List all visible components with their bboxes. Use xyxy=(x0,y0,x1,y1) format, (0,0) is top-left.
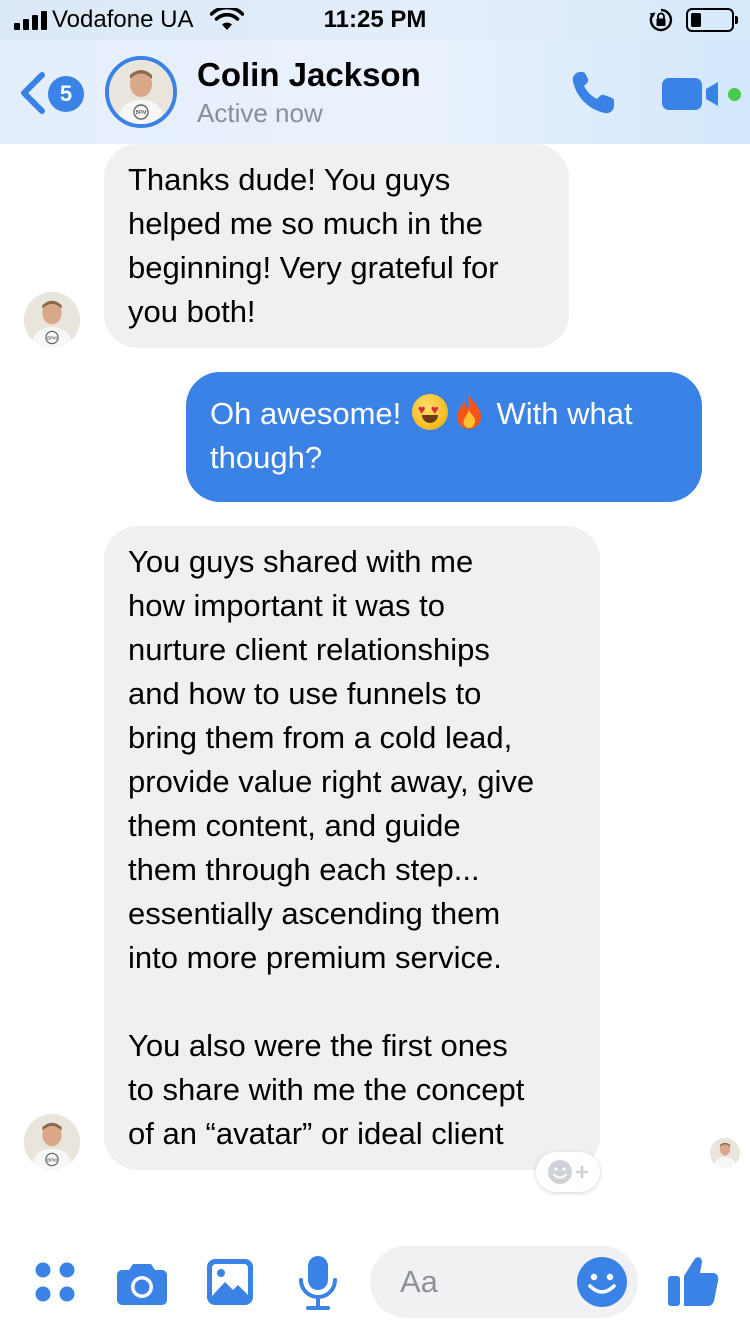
status-bar: Vodafone UA 11:25 PM xyxy=(0,0,750,40)
status-time: 11:25 PM xyxy=(323,6,427,33)
svg-text:BPM: BPM xyxy=(47,335,57,340)
conversation-header: 5 BPM Colin Jackson Active now xyxy=(0,40,750,144)
like-icon[interactable] xyxy=(666,1252,720,1308)
sender-avatar[interactable]: BPM xyxy=(24,1114,80,1170)
svg-text:BPM: BPM xyxy=(47,1157,57,1162)
incoming-message[interactable]: You guys shared with me how important it… xyxy=(104,526,600,1170)
incoming-message[interactable]: Thanks dude! You guys helped me so much … xyxy=(104,144,569,348)
video-call-icon[interactable] xyxy=(660,74,724,114)
camera-icon[interactable] xyxy=(116,1260,168,1306)
message-composer xyxy=(0,1224,750,1334)
fire-emoji-icon xyxy=(456,394,481,429)
svg-text:BPM: BPM xyxy=(136,110,147,116)
person-avatar-icon: BPM xyxy=(109,60,173,124)
person-avatar-icon: BPM xyxy=(24,1114,80,1170)
battery-icon xyxy=(686,8,738,32)
outgoing-message[interactable]: Oh awesome! ♥ ♥ With what though? xyxy=(186,372,702,502)
apps-icon[interactable] xyxy=(34,1261,76,1303)
microphone-icon[interactable] xyxy=(296,1254,340,1312)
contact-name[interactable]: Colin Jackson xyxy=(197,56,421,94)
person-avatar-icon xyxy=(710,1138,740,1168)
back-chevron-icon[interactable] xyxy=(18,70,48,116)
add-reaction-button[interactable] xyxy=(536,1152,600,1192)
person-avatar-icon: BPM xyxy=(24,292,80,348)
sender-avatar[interactable]: BPM xyxy=(24,292,80,348)
add-reaction-icon xyxy=(548,1160,589,1184)
online-indicator xyxy=(728,88,741,101)
unread-count-badge[interactable]: 5 xyxy=(48,76,84,112)
heart-eyes-emoji-icon: ♥ ♥ xyxy=(411,394,448,430)
rotation-lock-icon xyxy=(649,8,673,32)
gallery-icon[interactable] xyxy=(206,1258,254,1306)
message-text-part: Oh awesome! xyxy=(210,396,410,431)
contact-avatar[interactable]: BPM xyxy=(105,56,177,128)
emoji-icon[interactable] xyxy=(576,1256,628,1308)
read-receipt-avatar xyxy=(710,1138,740,1168)
contact-status: Active now xyxy=(197,98,323,128)
phone-call-icon[interactable] xyxy=(566,66,620,120)
